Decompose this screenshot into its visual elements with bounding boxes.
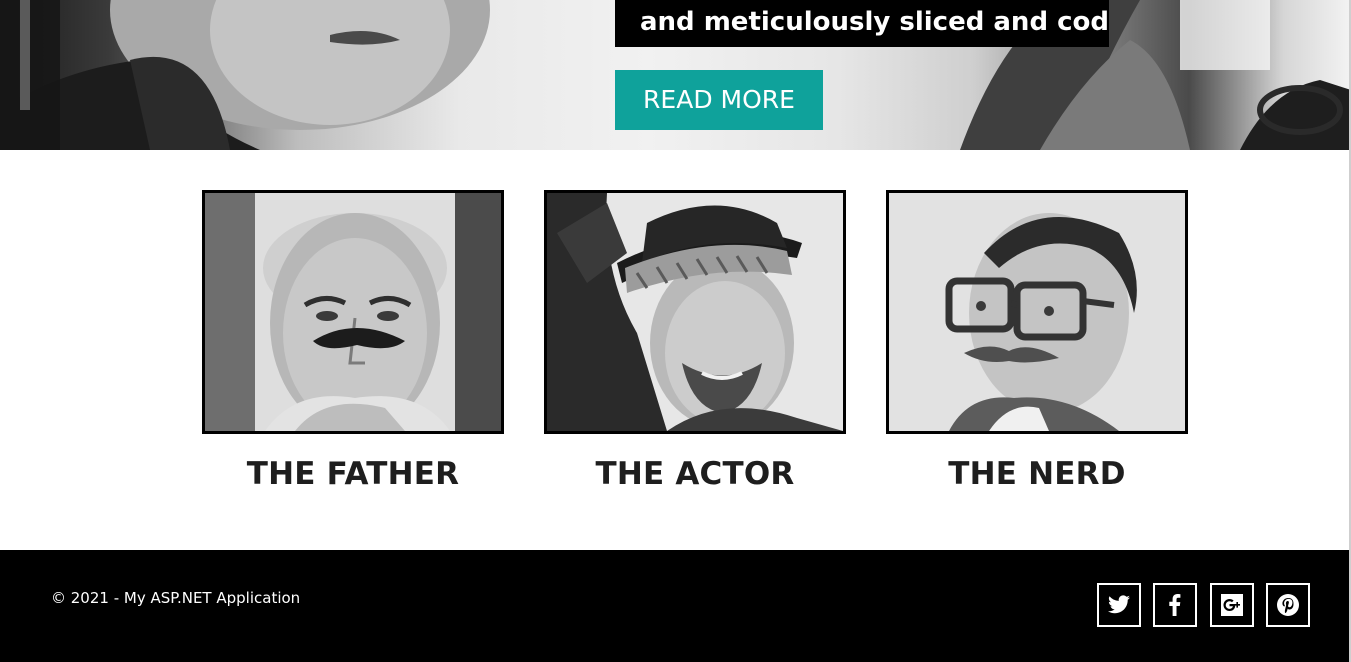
profile-photo-actor — [544, 190, 846, 434]
profile-name-nerd: THE NERD — [948, 456, 1126, 492]
twitter-link[interactable] — [1097, 583, 1141, 627]
profile-name-father: THE FATHER — [246, 456, 460, 492]
page: and meticulously sliced and coded. READ … — [0, 0, 1351, 662]
twitter-icon — [1108, 595, 1130, 614]
google-plus-icon — [1221, 594, 1243, 616]
profile-card-actor[interactable]: THE ACTOR — [544, 190, 846, 494]
profile-photo-father — [202, 190, 504, 434]
pinterest-icon — [1277, 594, 1299, 616]
profile-name-actor: THE ACTOR — [595, 456, 795, 492]
facebook-icon — [1169, 594, 1181, 616]
hero-banner: and meticulously sliced and coded. READ … — [0, 0, 1351, 150]
footer: © 2021 - My ASP.NET Application — [0, 550, 1351, 662]
google-plus-link[interactable] — [1210, 583, 1254, 627]
hero-caption: and meticulously sliced and coded. — [615, 0, 1109, 47]
footer-copyright: © 2021 - My ASP.NET Application — [51, 589, 301, 607]
profile-photo-nerd — [886, 190, 1188, 434]
profile-card-father[interactable]: THE FATHER — [202, 190, 504, 494]
read-more-button[interactable]: READ MORE — [615, 70, 823, 130]
profile-card-nerd[interactable]: THE NERD — [886, 190, 1188, 494]
pinterest-link[interactable] — [1266, 583, 1310, 627]
facebook-link[interactable] — [1153, 583, 1197, 627]
